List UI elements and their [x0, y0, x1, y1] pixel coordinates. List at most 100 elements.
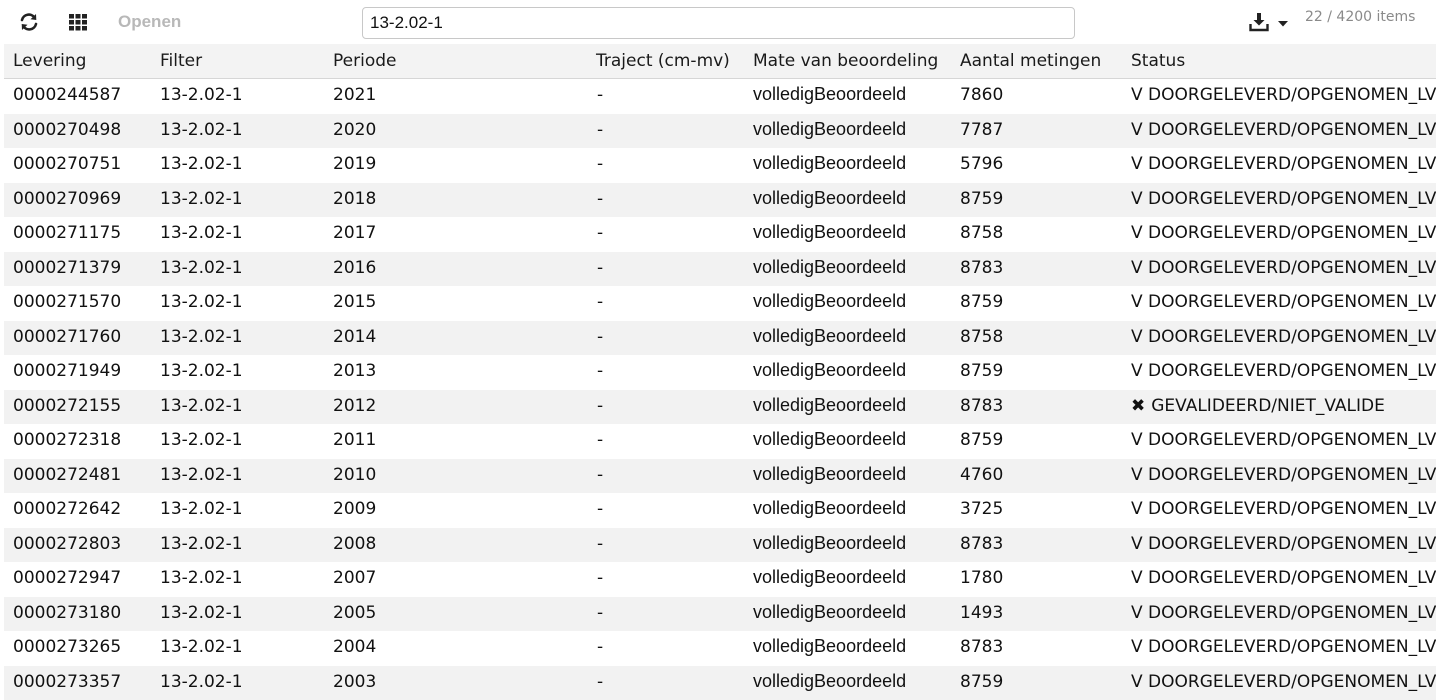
cell-status: ✖GEVALIDEERD/NIET_VALIDE [1131, 396, 1436, 416]
cell-periode: 2016 [333, 258, 376, 278]
table-row[interactable]: 000024458713-2.02-12021-volledigBeoordee… [4, 79, 1436, 114]
table-row[interactable]: 000027075113-2.02-12019-volledigBeoordee… [4, 148, 1436, 183]
cell-status: V DOORGELEVERD/OPGENOMEN_LV [1131, 85, 1436, 105]
status-text: DOORGELEVERD/OPGENOMEN_LV [1148, 499, 1436, 519]
cell-filter: 13-2.02-1 [160, 672, 243, 692]
table-row[interactable]: 000027215513-2.02-12012-volledigBeoordee… [4, 390, 1436, 425]
cell-aantal-metingen: 8758 [960, 223, 1003, 243]
cell-mate-van-beoordeling: volledigBeoordeeld [753, 119, 906, 140]
status-mark: V [1131, 568, 1143, 588]
cell-traject: - [597, 361, 603, 381]
cell-filter: 13-2.02-1 [160, 85, 243, 105]
status-mark: V [1131, 603, 1143, 623]
cell-status: V DOORGELEVERD/OPGENOMEN_LV [1131, 465, 1436, 485]
cell-status: V DOORGELEVERD/OPGENOMEN_LV [1131, 637, 1436, 657]
cell-status: V DOORGELEVERD/OPGENOMEN_LV [1131, 430, 1436, 450]
status-text: DOORGELEVERD/OPGENOMEN_LV [1148, 465, 1436, 485]
column-header-status[interactable]: Status [1131, 51, 1185, 71]
status-mark: V [1131, 465, 1143, 485]
cell-levering: 0000271949 [13, 361, 121, 381]
status-text: DOORGELEVERD/OPGENOMEN_LV [1148, 637, 1436, 657]
status-text: DOORGELEVERD/OPGENOMEN_LV [1148, 534, 1436, 554]
status-mark: V [1131, 154, 1143, 174]
column-header-levering[interactable]: Levering [13, 51, 86, 71]
cell-aantal-metingen: 8783 [960, 258, 1003, 278]
cell-periode: 2009 [333, 499, 376, 519]
cell-status: V DOORGELEVERD/OPGENOMEN_LV [1131, 672, 1436, 692]
status-text: DOORGELEVERD/OPGENOMEN_LV [1148, 361, 1436, 381]
table-row[interactable]: 000027326513-2.02-12004-volledigBeoordee… [4, 631, 1436, 666]
status-mark: V [1131, 85, 1143, 105]
cell-filter: 13-2.02-1 [160, 327, 243, 347]
cell-mate-van-beoordeling: volledigBeoordeeld [753, 671, 906, 692]
column-header-mate-van-beoordeling[interactable]: Mate van beoordeling [753, 51, 938, 71]
cell-filter: 13-2.02-1 [160, 568, 243, 588]
cell-aantal-metingen: 8759 [960, 361, 1003, 381]
cell-levering: 0000273180 [13, 603, 121, 623]
cell-status: V DOORGELEVERD/OPGENOMEN_LV [1131, 568, 1436, 588]
cell-mate-van-beoordeling: volledigBeoordeeld [753, 188, 906, 209]
table-row[interactable]: 000027318013-2.02-12005-volledigBeoordee… [4, 597, 1436, 632]
toolbar: Openen 22 / 4200 items [0, 0, 1436, 44]
table-row[interactable]: 000027264213-2.02-12009-volledigBeoordee… [4, 493, 1436, 528]
cell-traject: - [597, 327, 603, 347]
cell-periode: 2021 [333, 85, 376, 105]
table-row[interactable]: 000027280313-2.02-12008-volledigBeoordee… [4, 528, 1436, 563]
cell-periode: 2019 [333, 154, 376, 174]
status-text: DOORGELEVERD/OPGENOMEN_LV [1148, 258, 1436, 278]
table-row[interactable]: 000027335713-2.02-12003-volledigBeoordee… [4, 666, 1436, 700]
table-row[interactable]: 000027248113-2.02-12010-volledigBeoordee… [4, 459, 1436, 494]
cell-levering: 0000272947 [13, 568, 121, 588]
table-row[interactable]: 000027049813-2.02-12020-volledigBeoordee… [4, 114, 1436, 149]
cell-status: V DOORGELEVERD/OPGENOMEN_LV [1131, 120, 1436, 140]
cell-status: V DOORGELEVERD/OPGENOMEN_LV [1131, 292, 1436, 312]
cell-mate-van-beoordeling: volledigBeoordeeld [753, 395, 906, 416]
table-row[interactable]: 000027231813-2.02-12011-volledigBeoordee… [4, 424, 1436, 459]
cell-levering: 0000271760 [13, 327, 121, 347]
table-row[interactable]: 000027176013-2.02-12014-volledigBeoordee… [4, 321, 1436, 356]
cell-aantal-metingen: 8759 [960, 672, 1003, 692]
cell-levering: 0000273265 [13, 637, 121, 657]
status-text: DOORGELEVERD/OPGENOMEN_LV [1148, 85, 1436, 105]
cell-aantal-metingen: 8759 [960, 189, 1003, 209]
open-button[interactable]: Openen [118, 12, 181, 32]
cell-mate-van-beoordeling: volledigBeoordeeld [753, 257, 906, 278]
cell-periode: 2007 [333, 568, 376, 588]
status-text: GEVALIDEERD/NIET_VALIDE [1151, 396, 1385, 416]
cell-aantal-metingen: 8759 [960, 430, 1003, 450]
status-mark: V [1131, 534, 1143, 554]
download-dropdown[interactable] [1249, 12, 1291, 32]
table-row[interactable]: 000027294713-2.02-12007-volledigBeoordee… [4, 562, 1436, 597]
data-table: Levering Filter Periode Traject (cm-mv) … [4, 44, 1436, 700]
table-row[interactable]: 000027157013-2.02-12015-volledigBeoordee… [4, 286, 1436, 321]
cell-status: V DOORGELEVERD/OPGENOMEN_LV [1131, 361, 1436, 381]
cell-status: V DOORGELEVERD/OPGENOMEN_LV [1131, 603, 1436, 623]
cell-mate-van-beoordeling: volledigBeoordeeld [753, 636, 906, 657]
cell-aantal-metingen: 8758 [960, 327, 1003, 347]
refresh-icon[interactable] [17, 11, 41, 33]
column-header-aantal-metingen[interactable]: Aantal metingen [960, 51, 1101, 71]
download-icon [1249, 12, 1291, 32]
cell-filter: 13-2.02-1 [160, 120, 243, 140]
cell-status: V DOORGELEVERD/OPGENOMEN_LV [1131, 534, 1436, 554]
cell-traject: - [597, 499, 603, 519]
column-header-filter[interactable]: Filter [160, 51, 202, 71]
cell-aantal-metingen: 7860 [960, 85, 1003, 105]
table-row[interactable]: 000027137913-2.02-12016-volledigBeoordee… [4, 252, 1436, 287]
cell-status: V DOORGELEVERD/OPGENOMEN_LV [1131, 189, 1436, 209]
search-input[interactable] [362, 7, 1075, 39]
table-row[interactable]: 000027117513-2.02-12017-volledigBeoordee… [4, 217, 1436, 252]
cell-traject: - [597, 430, 603, 450]
grid-icon[interactable] [66, 11, 90, 33]
status-text: DOORGELEVERD/OPGENOMEN_LV [1148, 223, 1436, 243]
item-count: 22 / 4200 items [1305, 9, 1415, 25]
cell-levering: 0000272481 [13, 465, 121, 485]
table-row[interactable]: 000027194913-2.02-12013-volledigBeoordee… [4, 355, 1436, 390]
table-header: Levering Filter Periode Traject (cm-mv) … [4, 44, 1436, 79]
cell-filter: 13-2.02-1 [160, 189, 243, 209]
column-header-traject[interactable]: Traject (cm-mv) [596, 51, 730, 71]
table-row[interactable]: 000027096913-2.02-12018-volledigBeoordee… [4, 183, 1436, 218]
column-header-periode[interactable]: Periode [333, 51, 396, 71]
cell-aantal-metingen: 8783 [960, 396, 1003, 416]
cell-status: V DOORGELEVERD/OPGENOMEN_LV [1131, 499, 1436, 519]
